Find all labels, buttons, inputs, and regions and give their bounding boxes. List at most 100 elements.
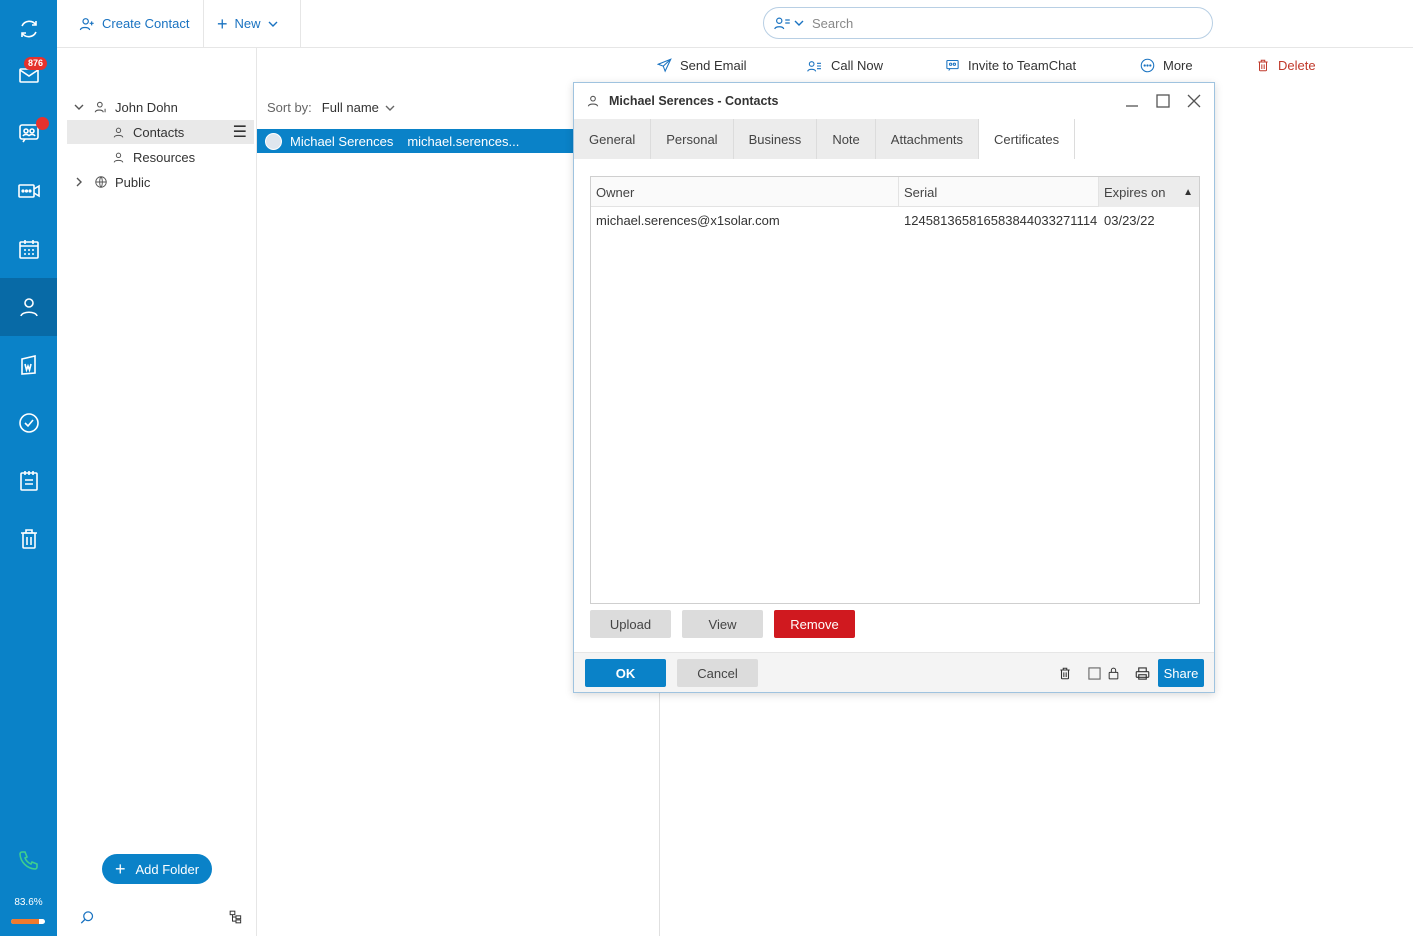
create-contact-button[interactable]: Create Contact bbox=[79, 0, 189, 47]
tree-item-resources[interactable]: Resources bbox=[57, 145, 257, 169]
sort-control[interactable]: Sort by: Full name bbox=[267, 100, 395, 115]
tab-personal[interactable]: Personal bbox=[651, 119, 734, 159]
call-now-label: Call Now bbox=[831, 58, 884, 73]
cancel-button[interactable]: Cancel bbox=[677, 659, 758, 687]
search-input[interactable]: Search bbox=[812, 16, 853, 31]
sort-value[interactable]: Full name bbox=[322, 100, 379, 115]
chevron-down-icon[interactable] bbox=[794, 18, 804, 28]
chevron-right-icon[interactable] bbox=[74, 177, 84, 187]
chevron-down-icon[interactable] bbox=[74, 102, 84, 112]
send-email-label: Send Email bbox=[680, 58, 747, 73]
column-header-expires[interactable]: Expires on ▲ bbox=[1099, 177, 1199, 207]
teamchat-button[interactable] bbox=[0, 104, 57, 162]
person-icon bbox=[587, 95, 599, 107]
documents-button[interactable] bbox=[0, 336, 57, 394]
notes-button[interactable] bbox=[0, 452, 57, 510]
more-button[interactable]: More bbox=[1140, 58, 1193, 73]
search-icon[interactable] bbox=[80, 910, 95, 925]
paper-plane-icon bbox=[657, 58, 672, 73]
minimize-icon[interactable] bbox=[1123, 92, 1141, 110]
search-box[interactable]: Search bbox=[763, 7, 1213, 39]
chevron-down-icon[interactable] bbox=[385, 103, 395, 113]
close-icon[interactable] bbox=[1185, 92, 1203, 110]
contact-dialog: Michael Serences - Contacts General Pers… bbox=[573, 82, 1215, 693]
more-label: More bbox=[1163, 58, 1193, 73]
tab-general[interactable]: General bbox=[574, 119, 652, 159]
contacts-folder-label: Contacts bbox=[133, 124, 185, 140]
contact-email: michael.serences... bbox=[407, 133, 520, 149]
column-header-owner[interactable]: Owner bbox=[591, 177, 899, 207]
trash-icon bbox=[1258, 59, 1268, 72]
tab-note[interactable]: Note bbox=[817, 119, 876, 159]
toolbar-divider bbox=[300, 0, 301, 47]
folder-tree-icon[interactable] bbox=[229, 910, 243, 924]
print-icon[interactable] bbox=[1133, 664, 1151, 682]
phone-button[interactable] bbox=[0, 832, 57, 890]
folder-tree-panel: John Dohn Contacts ☰ Resources Public + … bbox=[57, 48, 257, 936]
new-label: New bbox=[234, 16, 261, 31]
cell-owner: michael.serences@x1solar.com bbox=[596, 212, 780, 228]
notepad-icon bbox=[19, 471, 38, 491]
create-contact-label: Create Contact bbox=[102, 16, 190, 31]
call-now-button[interactable]: Call Now bbox=[807, 58, 883, 73]
delete-label: Delete bbox=[1278, 58, 1316, 73]
tab-certificates[interactable]: Certificates bbox=[979, 119, 1076, 159]
mail-unread-badge: 876 bbox=[24, 57, 48, 70]
maximize-icon[interactable] bbox=[1154, 92, 1172, 110]
contacts-button[interactable] bbox=[0, 278, 57, 336]
chevron-down-icon bbox=[268, 21, 278, 27]
public-folder-label: Public bbox=[115, 174, 151, 190]
dialog-footer: OK Cancel Share bbox=[574, 652, 1214, 692]
chat-invite-icon bbox=[946, 59, 959, 71]
contact-name: Michael Serences bbox=[290, 133, 394, 149]
tree-item-contacts[interactable]: Contacts ☰ bbox=[67, 120, 254, 144]
column-header-serial[interactable]: Serial bbox=[899, 177, 1099, 207]
table-row[interactable]: michael.serences@x1solar.com 12458136581… bbox=[591, 207, 1199, 233]
video-icon bbox=[17, 184, 40, 198]
send-email-button[interactable]: Send Email bbox=[657, 58, 746, 73]
tree-item-public[interactable]: Public bbox=[57, 170, 257, 194]
checkmark-circle-icon bbox=[18, 413, 39, 433]
upload-button[interactable]: Upload bbox=[590, 610, 671, 638]
delete-button[interactable]: Delete bbox=[1256, 58, 1316, 73]
share-button[interactable]: Share bbox=[1158, 659, 1204, 687]
view-button[interactable]: View bbox=[682, 610, 763, 638]
checkbox-icon[interactable] bbox=[1085, 664, 1103, 682]
invite-teamchat-button[interactable]: Invite to TeamChat bbox=[945, 58, 1076, 73]
tree-item-account[interactable]: John Dohn bbox=[57, 95, 257, 119]
remove-button[interactable]: Remove bbox=[774, 610, 855, 638]
globe-icon bbox=[95, 176, 107, 188]
sort-label: Sort by: bbox=[267, 100, 312, 115]
add-person-icon bbox=[79, 17, 94, 30]
trash-button[interactable] bbox=[0, 510, 57, 568]
tab-business[interactable]: Business bbox=[734, 119, 818, 159]
storage-usage-bar bbox=[11, 919, 45, 924]
list-item[interactable]: Michael Serences michael.serences... bbox=[257, 129, 577, 153]
tabs-spacer bbox=[1075, 119, 1214, 159]
dialog-tabs: General Personal Business Note Attachmen… bbox=[574, 119, 1214, 159]
contact-action-bar: Send Email Call Now Invite to TeamChat M… bbox=[600, 50, 1413, 84]
contact-filter-icon[interactable] bbox=[774, 16, 792, 30]
meetings-button[interactable] bbox=[0, 162, 57, 220]
word-document-icon bbox=[20, 354, 36, 375]
chat-notification-dot bbox=[36, 117, 49, 130]
mail-button[interactable] bbox=[0, 46, 57, 104]
ok-button[interactable]: OK bbox=[585, 659, 666, 687]
new-button[interactable]: + New bbox=[217, 0, 278, 47]
tasks-button[interactable] bbox=[0, 394, 57, 452]
calendar-button[interactable] bbox=[0, 220, 57, 278]
person-icon bbox=[113, 127, 124, 138]
tab-attachments[interactable]: Attachments bbox=[876, 119, 980, 159]
lock-icon[interactable] bbox=[1104, 664, 1122, 682]
add-folder-button[interactable]: + Add Folder bbox=[102, 854, 212, 884]
dialog-titlebar[interactable]: Michael Serences - Contacts bbox=[574, 83, 1214, 119]
trash-icon[interactable] bbox=[1056, 664, 1074, 682]
storage-usage-fill bbox=[11, 919, 40, 924]
app-rail: 876 83.6% bbox=[0, 0, 57, 936]
expires-header-label: Expires on bbox=[1104, 184, 1166, 200]
contact-call-icon bbox=[807, 60, 821, 72]
hamburger-menu-icon[interactable]: ☰ bbox=[233, 122, 247, 142]
invite-teamchat-label: Invite to TeamChat bbox=[968, 58, 1077, 73]
plus-icon: + bbox=[217, 13, 228, 34]
plus-icon: + bbox=[114, 859, 126, 879]
